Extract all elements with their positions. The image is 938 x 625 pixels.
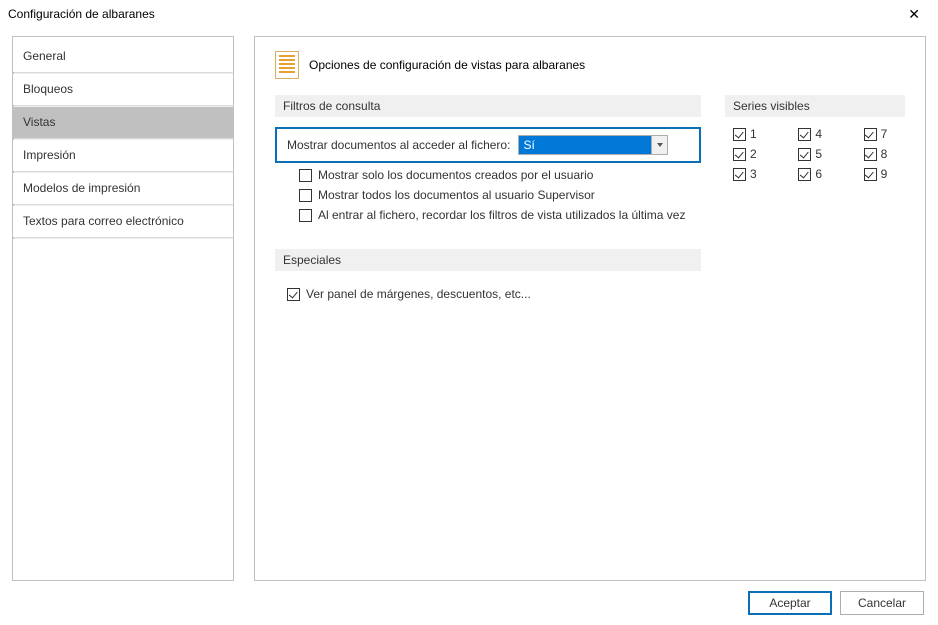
check-supervisor-all[interactable]: Mostrar todos los documentos al usuario …	[275, 185, 701, 205]
sidebar-item-general[interactable]: General	[13, 41, 233, 72]
series-label: 4	[815, 127, 822, 141]
window-title: Configuración de albaranes	[8, 7, 155, 21]
checkbox-icon[interactable]	[299, 169, 312, 182]
sidebar-item-label: Textos para correo electrónico	[23, 214, 184, 228]
document-icon	[275, 51, 299, 79]
sidebar-item-impresion[interactable]: Impresión	[13, 140, 233, 171]
chevron-down-icon[interactable]	[651, 136, 667, 154]
series-label: 1	[750, 127, 757, 141]
checkbox-icon[interactable]	[798, 168, 811, 181]
sidebar-item-label: Vistas	[23, 115, 55, 129]
columns: Filtros de consulta Mostrar documentos a…	[275, 95, 905, 304]
titlebar: Configuración de albaranes ✕	[0, 0, 938, 28]
sidebar-item-label: Impresión	[23, 148, 76, 162]
checkbox-icon[interactable]	[287, 288, 300, 301]
main-panel: Opciones de configuración de vistas para…	[254, 36, 926, 581]
checkbox-icon[interactable]	[864, 128, 877, 141]
checkbox-icon[interactable]	[864, 168, 877, 181]
check-remember-filters[interactable]: Al entrar al fichero, recordar los filtr…	[275, 205, 701, 225]
checkbox-icon[interactable]	[299, 209, 312, 222]
checkbox-label: Ver panel de márgenes, descuentos, etc..…	[306, 287, 531, 301]
button-label: Aceptar	[769, 596, 810, 610]
series-label: 8	[881, 147, 888, 161]
accept-button[interactable]: Aceptar	[748, 591, 832, 615]
checkbox-icon[interactable]	[798, 128, 811, 141]
checkbox-icon[interactable]	[864, 148, 877, 161]
content: General Bloqueos Vistas Impresión Modelo…	[12, 36, 926, 581]
sidebar-item-label: Bloqueos	[23, 82, 73, 96]
series-label: 2	[750, 147, 757, 161]
series-check-4[interactable]: 4	[798, 127, 839, 141]
series-check-5[interactable]: 5	[798, 147, 839, 161]
checkbox-icon[interactable]	[299, 189, 312, 202]
checkbox-icon[interactable]	[798, 148, 811, 161]
series-check-7[interactable]: 7	[864, 127, 905, 141]
dropdown-row: Mostrar documentos al acceder al fichero…	[275, 127, 701, 163]
sidebar-item-label: Modelos de impresión	[23, 181, 140, 195]
sidebar-item-bloqueos[interactable]: Bloqueos	[13, 74, 233, 105]
checkbox-icon[interactable]	[733, 128, 746, 141]
series-column: Series visibles 1 4 7 2 5 8 3 6 9	[725, 95, 905, 304]
series-heading: Series visibles	[725, 95, 905, 117]
button-label: Cancelar	[858, 596, 906, 610]
specials-heading: Especiales	[275, 249, 701, 271]
series-check-3[interactable]: 3	[733, 167, 774, 181]
filters-heading: Filtros de consulta	[275, 95, 701, 117]
series-check-1[interactable]: 1	[733, 127, 774, 141]
check-only-user-docs[interactable]: Mostrar solo los documentos creados por …	[275, 165, 701, 185]
close-icon[interactable]: ✕	[898, 4, 930, 25]
sidebar-item-modelos[interactable]: Modelos de impresión	[13, 173, 233, 204]
series-check-9[interactable]: 9	[864, 167, 905, 181]
checkbox-icon[interactable]	[733, 168, 746, 181]
panel-header: Opciones de configuración de vistas para…	[275, 51, 905, 79]
series-check-2[interactable]: 2	[733, 147, 774, 161]
dropdown-value: Sí	[519, 136, 651, 154]
series-label: 6	[815, 167, 822, 181]
footer: Aceptar Cancelar	[748, 591, 924, 615]
series-label: 9	[881, 167, 888, 181]
checkbox-label: Al entrar al fichero, recordar los filtr…	[318, 208, 685, 222]
checkbox-icon[interactable]	[733, 148, 746, 161]
check-ver-panel-margenes[interactable]: Ver panel de márgenes, descuentos, etc..…	[275, 281, 701, 304]
series-check-8[interactable]: 8	[864, 147, 905, 161]
panel-title: Opciones de configuración de vistas para…	[309, 58, 585, 72]
show-documents-dropdown[interactable]: Sí	[518, 135, 668, 155]
sidebar-item-vistas[interactable]: Vistas	[13, 107, 233, 138]
specials-section: Especiales Ver panel de márgenes, descue…	[275, 249, 701, 304]
checkbox-label: Mostrar solo los documentos creados por …	[318, 168, 593, 182]
filters-column: Filtros de consulta Mostrar documentos a…	[275, 95, 701, 304]
series-grid: 1 4 7 2 5 8 3 6 9	[725, 127, 905, 181]
series-check-6[interactable]: 6	[798, 167, 839, 181]
sidebar-item-textos-correo[interactable]: Textos para correo electrónico	[13, 206, 233, 237]
sidebar: General Bloqueos Vistas Impresión Modelo…	[12, 36, 234, 581]
sidebar-item-label: General	[23, 49, 66, 63]
divider	[13, 237, 233, 239]
dropdown-label: Mostrar documentos al acceder al fichero…	[287, 138, 510, 152]
series-label: 5	[815, 147, 822, 161]
cancel-button[interactable]: Cancelar	[840, 591, 924, 615]
checkbox-label: Mostrar todos los documentos al usuario …	[318, 188, 595, 202]
series-label: 7	[881, 127, 888, 141]
series-label: 3	[750, 167, 757, 181]
